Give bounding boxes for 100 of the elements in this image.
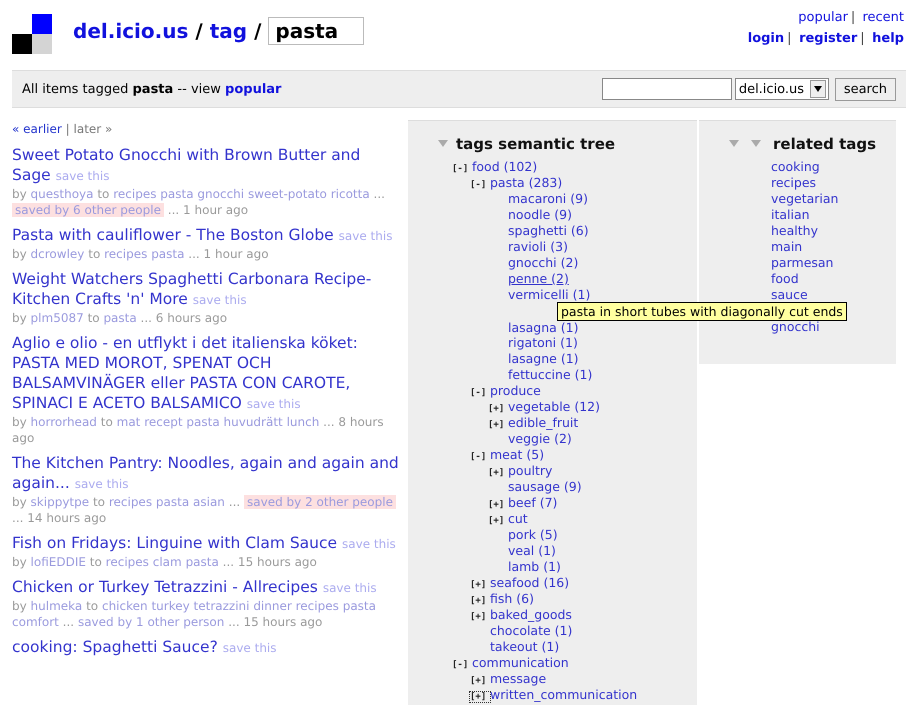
- panel-title: related tags: [773, 135, 876, 153]
- related-tag-link[interactable]: recipes: [771, 175, 816, 191]
- nav-link[interactable]: recent: [862, 10, 904, 25]
- related-tag-link[interactable]: cooking: [771, 159, 820, 175]
- tag-field[interactable]: pasta: [268, 17, 364, 45]
- post-meta-text: by plm5087 to pasta ... 6 hours ago: [12, 310, 228, 326]
- tree-tag-link[interactable]: rigatoni (1): [508, 335, 578, 350]
- post-title-link[interactable]: Weight Watchers Spaghetti Carbonara Recipe- Kitchen Crafts 'n' More save this: [12, 269, 403, 310]
- tree-tag-link[interactable]: written_communication: [490, 687, 638, 702]
- popular-link[interactable]: popular: [225, 82, 282, 96]
- tree-toggle[interactable]: [+]: [470, 692, 490, 702]
- related-tag-link[interactable]: sauce: [771, 287, 808, 303]
- link-separator: |: [860, 31, 865, 46]
- caret-icon: [814, 86, 822, 92]
- tree-tag-link[interactable]: fettuccine (1): [508, 367, 592, 382]
- nav-link[interactable]: popular: [798, 10, 848, 25]
- tree-toggle[interactable]: [-]: [452, 660, 472, 670]
- tree-tag-link[interactable]: noodle (9): [508, 207, 572, 222]
- tree-toggle[interactable]: [+]: [470, 580, 490, 590]
- post-title-link[interactable]: Aglio e olio - en utflykt i det italienska köket: PASTA MED MOROT, SPENAT OCH BALSAMVINÄGER eller PASTA CON CAROTE, SPINACI E ACETO BALSAMICO save this: [12, 333, 403, 414]
- tree-tag-link[interactable]: food (102): [472, 159, 538, 174]
- tree-tag-link[interactable]: vermicelli (1): [508, 287, 590, 302]
- tree-toggle[interactable]: [+]: [470, 596, 490, 606]
- related-tag-link[interactable]: vegetarian: [771, 191, 838, 207]
- tree-tag-link[interactable]: macaroni (9): [508, 191, 588, 206]
- tree-tag-link[interactable]: edible_fruit: [508, 415, 578, 430]
- post-title-link[interactable]: The Kitchen Pantry: Noodles, again and again and again... save this: [12, 453, 403, 494]
- tree-tag-link[interactable]: message: [490, 671, 546, 686]
- tree-tag-link[interactable]: produce: [490, 383, 541, 398]
- link-separator: |: [850, 10, 856, 25]
- post-title-link[interactable]: Fish on Fridays: Linguine with Clam Sauce save this: [12, 533, 403, 554]
- account-link[interactable]: login: [748, 31, 784, 46]
- post-meta-text: by horrorhead to mat recept pasta huvudrätt lunch ... 8 hours ago: [12, 414, 385, 446]
- tree-toggle[interactable]: [+]: [488, 404, 508, 414]
- site-link[interactable]: del.icio.us: [73, 19, 188, 43]
- tree-tag-link[interactable]: communication: [472, 655, 569, 670]
- tree-toggle[interactable]: [+]: [488, 468, 508, 478]
- post-title-link[interactable]: cooking: Spaghetti Sauce? save this: [12, 637, 403, 658]
- tree-tag-link[interactable]: seafood (16): [490, 575, 570, 590]
- later-link[interactable]: later »: [74, 122, 112, 136]
- related-tag-link[interactable]: gnocchi: [771, 319, 820, 335]
- related-tag-link[interactable]: healthy: [771, 223, 818, 239]
- post-meta-text: by dcrowley to recipes pasta ... 1 hour ago: [12, 246, 270, 262]
- tree-tag-link[interactable]: lasagne (1): [508, 351, 579, 366]
- tree-tag-link[interactable]: meat (5): [490, 447, 544, 462]
- caption-text: All items tagged pasta -- view: [22, 82, 221, 96]
- panel-title: tags semantic tree: [456, 135, 616, 153]
- earlier-link[interactable]: « earlier: [12, 122, 62, 136]
- post-meta-text: by hulmeka to chicken turkey tetrazzini dinner recipes pasta comfort ... saved by 1 other person ... 15 hours ago: [12, 598, 377, 630]
- account-link[interactable]: help: [872, 31, 904, 46]
- tree-tag-link[interactable]: pork (5): [508, 527, 558, 542]
- related-tag-link[interactable]: food: [771, 271, 799, 287]
- tree-toggle[interactable]: [+]: [488, 500, 508, 510]
- tree-tag-link[interactable]: beef (7): [508, 495, 558, 510]
- account-link[interactable]: register: [799, 31, 858, 46]
- path-separator: /: [195, 19, 203, 43]
- post-title-link[interactable]: Sweet Potato Gnocchi with Brown Butter and Sage save this: [12, 145, 403, 186]
- tree-tag-link[interactable]: spaghetti (6): [508, 223, 589, 238]
- tree-toggle[interactable]: [-]: [470, 388, 490, 398]
- post-title-link[interactable]: Pasta with cauliflower - The Boston Globe save this: [12, 225, 403, 246]
- section-link[interactable]: tag: [210, 19, 248, 43]
- path-separator: /: [254, 19, 262, 43]
- collapse-triangle-icon[interactable]: [438, 140, 448, 148]
- logo-icon: [12, 14, 52, 54]
- tree-tag-link[interactable]: fish (6): [490, 591, 534, 606]
- tree-toggle[interactable]: [+]: [488, 516, 508, 526]
- post-meta-text: by questhoya to recipes pasta gnocchi sweet-potato ricotta ... saved by 6 other people ... 1 hour ago: [12, 186, 386, 218]
- tree-toggle[interactable]: [+]: [470, 612, 490, 622]
- search-button[interactable]: search: [834, 78, 896, 100]
- tree-tag-link[interactable]: lasagna (1): [508, 320, 579, 335]
- tree-tag-link[interactable]: poultry: [508, 463, 552, 478]
- tree-toggle[interactable]: [+]: [488, 420, 508, 430]
- collapse-triangle-icon[interactable]: [729, 140, 739, 148]
- tree-tag-link[interactable]: chocolate (1): [490, 623, 572, 638]
- tree-tag-link[interactable]: cut: [508, 511, 528, 526]
- tree-toggle[interactable]: [-]: [470, 452, 490, 462]
- collapse-triangle-icon[interactable]: [751, 140, 761, 148]
- link-separator: |: [787, 31, 792, 46]
- tree-tag-link[interactable]: takeout (1): [490, 639, 560, 654]
- tree-tag-link[interactable]: pasta (283): [490, 175, 562, 190]
- tree-tag-link[interactable]: veggie (2): [508, 431, 572, 446]
- tree-toggle[interactable]: [-]: [470, 180, 490, 190]
- tree-tag-link[interactable]: baked_goods: [490, 607, 572, 622]
- tree-tag-link[interactable]: vegetable (12): [508, 399, 600, 414]
- tree-toggle[interactable]: [+]: [470, 676, 490, 686]
- tree-tag-link[interactable]: sausage (9): [508, 479, 582, 494]
- related-tag-link[interactable]: italian: [771, 207, 810, 223]
- tree-tag-link[interactable]: penne (2): [508, 271, 569, 286]
- post-title-link[interactable]: Chicken or Turkey Tetrazzini - Allrecipes save this: [12, 577, 403, 598]
- search-field[interactable]: [602, 78, 732, 100]
- post-meta-text: by lofiEDDIE to recipes clam pasta ... 15 hours ago: [12, 554, 318, 570]
- tree-toggle[interactable]: [-]: [452, 164, 472, 174]
- related-tag-link[interactable]: main: [771, 239, 802, 255]
- tree-tag-link[interactable]: gnocchi (2): [508, 255, 578, 270]
- tree-tag-link[interactable]: ravioli (3): [508, 239, 568, 254]
- related-tag-link[interactable]: parmesan: [771, 255, 834, 271]
- scope-dropdown[interactable]: del.icio.us: [734, 78, 829, 100]
- post-meta-text: by skippytpe to recipes pasta asian ... saved by 2 other people ... 14 hours ago: [12, 494, 403, 526]
- tree-tag-link[interactable]: lamb (1): [508, 559, 561, 574]
- tree-tag-link[interactable]: veal (1): [508, 543, 556, 558]
